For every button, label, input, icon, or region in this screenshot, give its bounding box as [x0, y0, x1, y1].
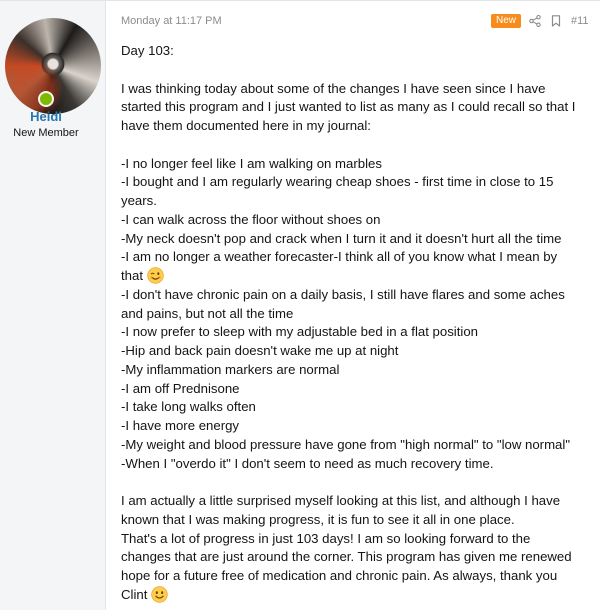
body-line-text: Clint	[121, 586, 148, 602]
forum-post: Heidi New Member Monday at 11:17 PM New …	[0, 0, 600, 610]
body-line: -I no longer feel like I am walking on m…	[121, 155, 382, 171]
body-line-text: that	[121, 268, 143, 283]
online-status-icon	[38, 91, 54, 107]
body-line: and pains, but not all the time	[121, 305, 294, 321]
body-line-with-emoji: that	[121, 267, 595, 286]
body-line: I am actually a little surprised myself …	[121, 493, 561, 508]
post-date-link[interactable]: Monday at 11:17 PM	[121, 15, 222, 27]
post-number-link[interactable]: #11	[571, 15, 589, 27]
body-line: -I bought and I am regularly wearing che…	[121, 174, 554, 190]
body-line: -I can walk across the floor without sho…	[121, 211, 381, 227]
user-sidebar: Heidi New Member	[0, 1, 106, 610]
body-line: I was thinking today about some of the c…	[121, 80, 546, 96]
body-line: -My weight and blood pressure have gone …	[121, 436, 571, 452]
body-line: years.	[121, 193, 157, 208]
body-blank-line	[121, 61, 595, 80]
body-line: hope for a future free of medication and…	[121, 568, 558, 583]
post-header: Monday at 11:17 PM New #11	[121, 14, 591, 31]
body-line-with-emoji: Clint	[121, 586, 595, 605]
body-line: -I am no longer a weather forecaster-I t…	[121, 249, 558, 265]
new-badge: New	[491, 14, 522, 28]
body-line: changes that are just around the corner.…	[121, 549, 572, 565]
body-line: -I now prefer to sleep with my adjustabl…	[121, 324, 478, 340]
body-line: -I am off Prednisone	[121, 380, 240, 396]
body-line: known that I was making progress, it is …	[121, 511, 515, 527]
body-line: -I have more energy	[121, 418, 240, 433]
user-title: New Member	[13, 127, 79, 139]
body-line: -I don't have chronic pain on a daily ba…	[121, 286, 565, 302]
body-line: -My inflammation markers are normal	[121, 361, 340, 377]
wink-emoji-icon	[147, 267, 164, 284]
body-line: -When I "overdo it" I don't seem to need…	[121, 455, 494, 471]
share-icon[interactable]	[529, 15, 541, 27]
body-line: -Hip and back pain doesn't wake me up at…	[121, 343, 399, 358]
body-line: -My neck doesn't pop and crack when I tu…	[121, 230, 562, 246]
body-line: have them documented here in my journal:	[121, 118, 371, 133]
bookmark-icon[interactable]	[551, 15, 561, 27]
body-line: Day 103:	[121, 43, 174, 58]
smile-emoji-icon	[151, 586, 169, 603]
post-body: Day 103: I was thinking today about some…	[121, 42, 595, 605]
body-line: That's a lot of progress in just 103 day…	[121, 530, 531, 546]
username-link[interactable]: Heidi	[0, 109, 92, 124]
body-line: -I take long walks often	[121, 399, 256, 415]
body-blank-line	[121, 473, 595, 492]
body-line: started this program and I just wanted t…	[121, 99, 576, 115]
body-blank-line	[121, 136, 595, 155]
